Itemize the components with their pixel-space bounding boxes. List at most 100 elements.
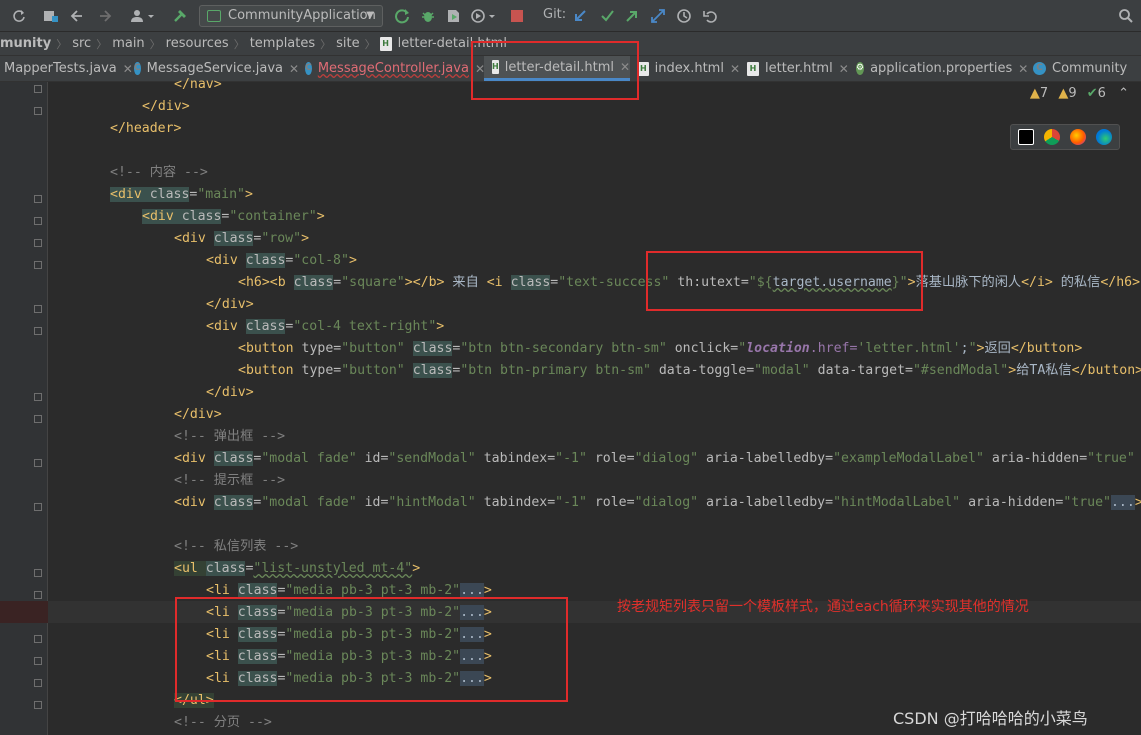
- code-line: <div class="main">: [110, 187, 253, 202]
- fold-marker-icon[interactable]: [34, 657, 42, 665]
- code-line: <!-- 弹出框 -->: [174, 426, 285, 448]
- chrome-icon[interactable]: [1044, 129, 1060, 145]
- code-line: </div>: [174, 404, 222, 426]
- debug-bug-icon[interactable]: [419, 4, 437, 28]
- chevron-down-icon: ▼: [366, 10, 374, 21]
- breadcrumb-item-site[interactable]: site: [331, 36, 364, 51]
- code-line: </div>: [206, 382, 254, 404]
- close-icon[interactable]: ✕: [123, 62, 133, 76]
- project-structure-icon[interactable]: [42, 4, 60, 28]
- java-class-icon: C: [134, 62, 141, 75]
- breadcrumb-item-project[interactable]: munity: [0, 36, 56, 51]
- breadcrumb-item-main[interactable]: main: [107, 36, 149, 51]
- tab-letter[interactable]: H letter.html ✕: [747, 56, 849, 81]
- stop-icon[interactable]: [508, 4, 526, 28]
- code-editor[interactable]: </nav> </div> </header> <!-- 内容 --> <div…: [0, 77, 1141, 735]
- fold-marker-icon[interactable]: [34, 327, 42, 335]
- tab-label: MessageController.java: [317, 61, 469, 76]
- code-token: class: [181, 209, 222, 224]
- html-comment: <!-- 分页 -->: [174, 715, 272, 730]
- fold-marker-icon[interactable]: [34, 107, 42, 115]
- code-line: </header>: [110, 118, 181, 140]
- search-everywhere-icon[interactable]: [1117, 4, 1135, 28]
- forward-icon[interactable]: [96, 4, 114, 28]
- sync-icon[interactable]: [10, 4, 28, 28]
- code-token: "container": [229, 209, 317, 224]
- code-line: <div class="modal fade" id="hintModal" t…: [174, 495, 1141, 510]
- back-icon[interactable]: [68, 4, 86, 28]
- fold-marker-icon[interactable]: [34, 239, 42, 247]
- tab-mapper-tests[interactable]: MapperTests.java ✕: [0, 56, 133, 81]
- code-line: <div class="col-4 text-right">: [206, 319, 445, 334]
- history-clock-icon[interactable]: [675, 4, 693, 28]
- code-token: class: [245, 319, 286, 334]
- close-icon[interactable]: ✕: [730, 62, 740, 76]
- code-line: <button type="button" class="btn btn-pri…: [238, 363, 1141, 378]
- breadcrumb-item-resources[interactable]: resources: [161, 36, 234, 51]
- breadcrumb-item-templates[interactable]: templates: [245, 36, 320, 51]
- breadcrumb-item-src[interactable]: src: [67, 36, 96, 51]
- code-token: <div: [110, 187, 150, 202]
- firefox-icon[interactable]: [1070, 129, 1086, 145]
- tab-label: MapperTests.java: [4, 61, 117, 76]
- fold-marker-icon[interactable]: [34, 195, 42, 203]
- fold-marker-icon[interactable]: [34, 393, 42, 401]
- profile-icon[interactable]: [469, 4, 497, 28]
- code-line: </div>: [206, 294, 254, 316]
- fold-marker-icon[interactable]: [34, 503, 42, 511]
- highlight-box-active-tab: [471, 41, 639, 100]
- html-comment: <!-- 提示框 -->: [174, 473, 286, 488]
- fold-marker-icon[interactable]: [34, 415, 42, 423]
- typo-count: 6: [1097, 86, 1106, 101]
- code-token: <div: [174, 231, 214, 246]
- code-token: <div: [142, 209, 182, 224]
- code-token: class: [245, 253, 286, 268]
- close-icon[interactable]: ✕: [1018, 62, 1028, 76]
- close-icon[interactable]: ✕: [839, 62, 849, 76]
- fold-marker-icon[interactable]: [34, 679, 42, 687]
- inspection-widget[interactable]: ▲7 ▲9 ✔6 ⌃: [1030, 86, 1129, 101]
- rerun-icon[interactable]: [393, 4, 411, 28]
- java-class-icon: C: [1033, 62, 1046, 75]
- fold-marker-icon[interactable]: [34, 459, 42, 467]
- build-hammer-icon[interactable]: [171, 4, 189, 28]
- vcs-user-icon[interactable]: [128, 4, 158, 28]
- code-token: "#sendModal": [912, 363, 1009, 378]
- code-token: 落基山脉下的闲人: [915, 275, 1022, 290]
- fold-marker-icon[interactable]: [34, 261, 42, 269]
- breakpoint-marker[interactable]: [0, 601, 48, 623]
- fold-marker-icon[interactable]: [34, 635, 42, 643]
- chevron-up-icon[interactable]: ⌃: [1118, 86, 1129, 101]
- code-token: class: [149, 187, 190, 202]
- tab-message-controller[interactable]: C MessageController.java ✕: [305, 56, 485, 81]
- code-token: class: [213, 231, 254, 246]
- fold-marker-icon[interactable]: [34, 217, 42, 225]
- coverage-icon[interactable]: [444, 4, 462, 28]
- tab-index[interactable]: H index.html ✕: [638, 56, 740, 81]
- git-update-icon[interactable]: [571, 4, 589, 28]
- warning-icon: ▲: [1029, 86, 1040, 101]
- fold-marker-icon[interactable]: [34, 591, 42, 599]
- tab-application-properties[interactable]: ⚙ application.properties ✕: [856, 56, 1028, 81]
- close-icon[interactable]: ✕: [289, 62, 299, 76]
- git-push-icon[interactable]: [623, 4, 641, 28]
- intellij-browser-icon[interactable]: [1018, 129, 1034, 145]
- fold-marker-icon[interactable]: [34, 569, 42, 577]
- code-token: location: [746, 341, 810, 356]
- rollback-icon[interactable]: [701, 4, 719, 28]
- fold-marker-icon[interactable]: [34, 305, 42, 313]
- fold-marker-icon[interactable]: [34, 701, 42, 709]
- git-merge-icon[interactable]: [649, 4, 667, 28]
- edge-icon[interactable]: [1096, 129, 1112, 145]
- code-line: <div class="container">: [142, 209, 325, 224]
- html-comment: <!-- 私信列表 -->: [174, 539, 299, 554]
- editor-gutter[interactable]: [0, 82, 48, 735]
- tab-community[interactable]: C Community: [1033, 56, 1141, 81]
- warning-count: 7: [1039, 86, 1049, 101]
- fold-marker-icon[interactable]: [34, 85, 42, 93]
- typo-check-icon: ✔: [1086, 86, 1098, 101]
- code-line: </div>: [142, 96, 190, 118]
- run-configuration-select[interactable]: CommunityApplication ▼: [199, 5, 383, 27]
- git-commit-icon[interactable]: [598, 4, 616, 28]
- code-line: </nav>: [174, 74, 222, 96]
